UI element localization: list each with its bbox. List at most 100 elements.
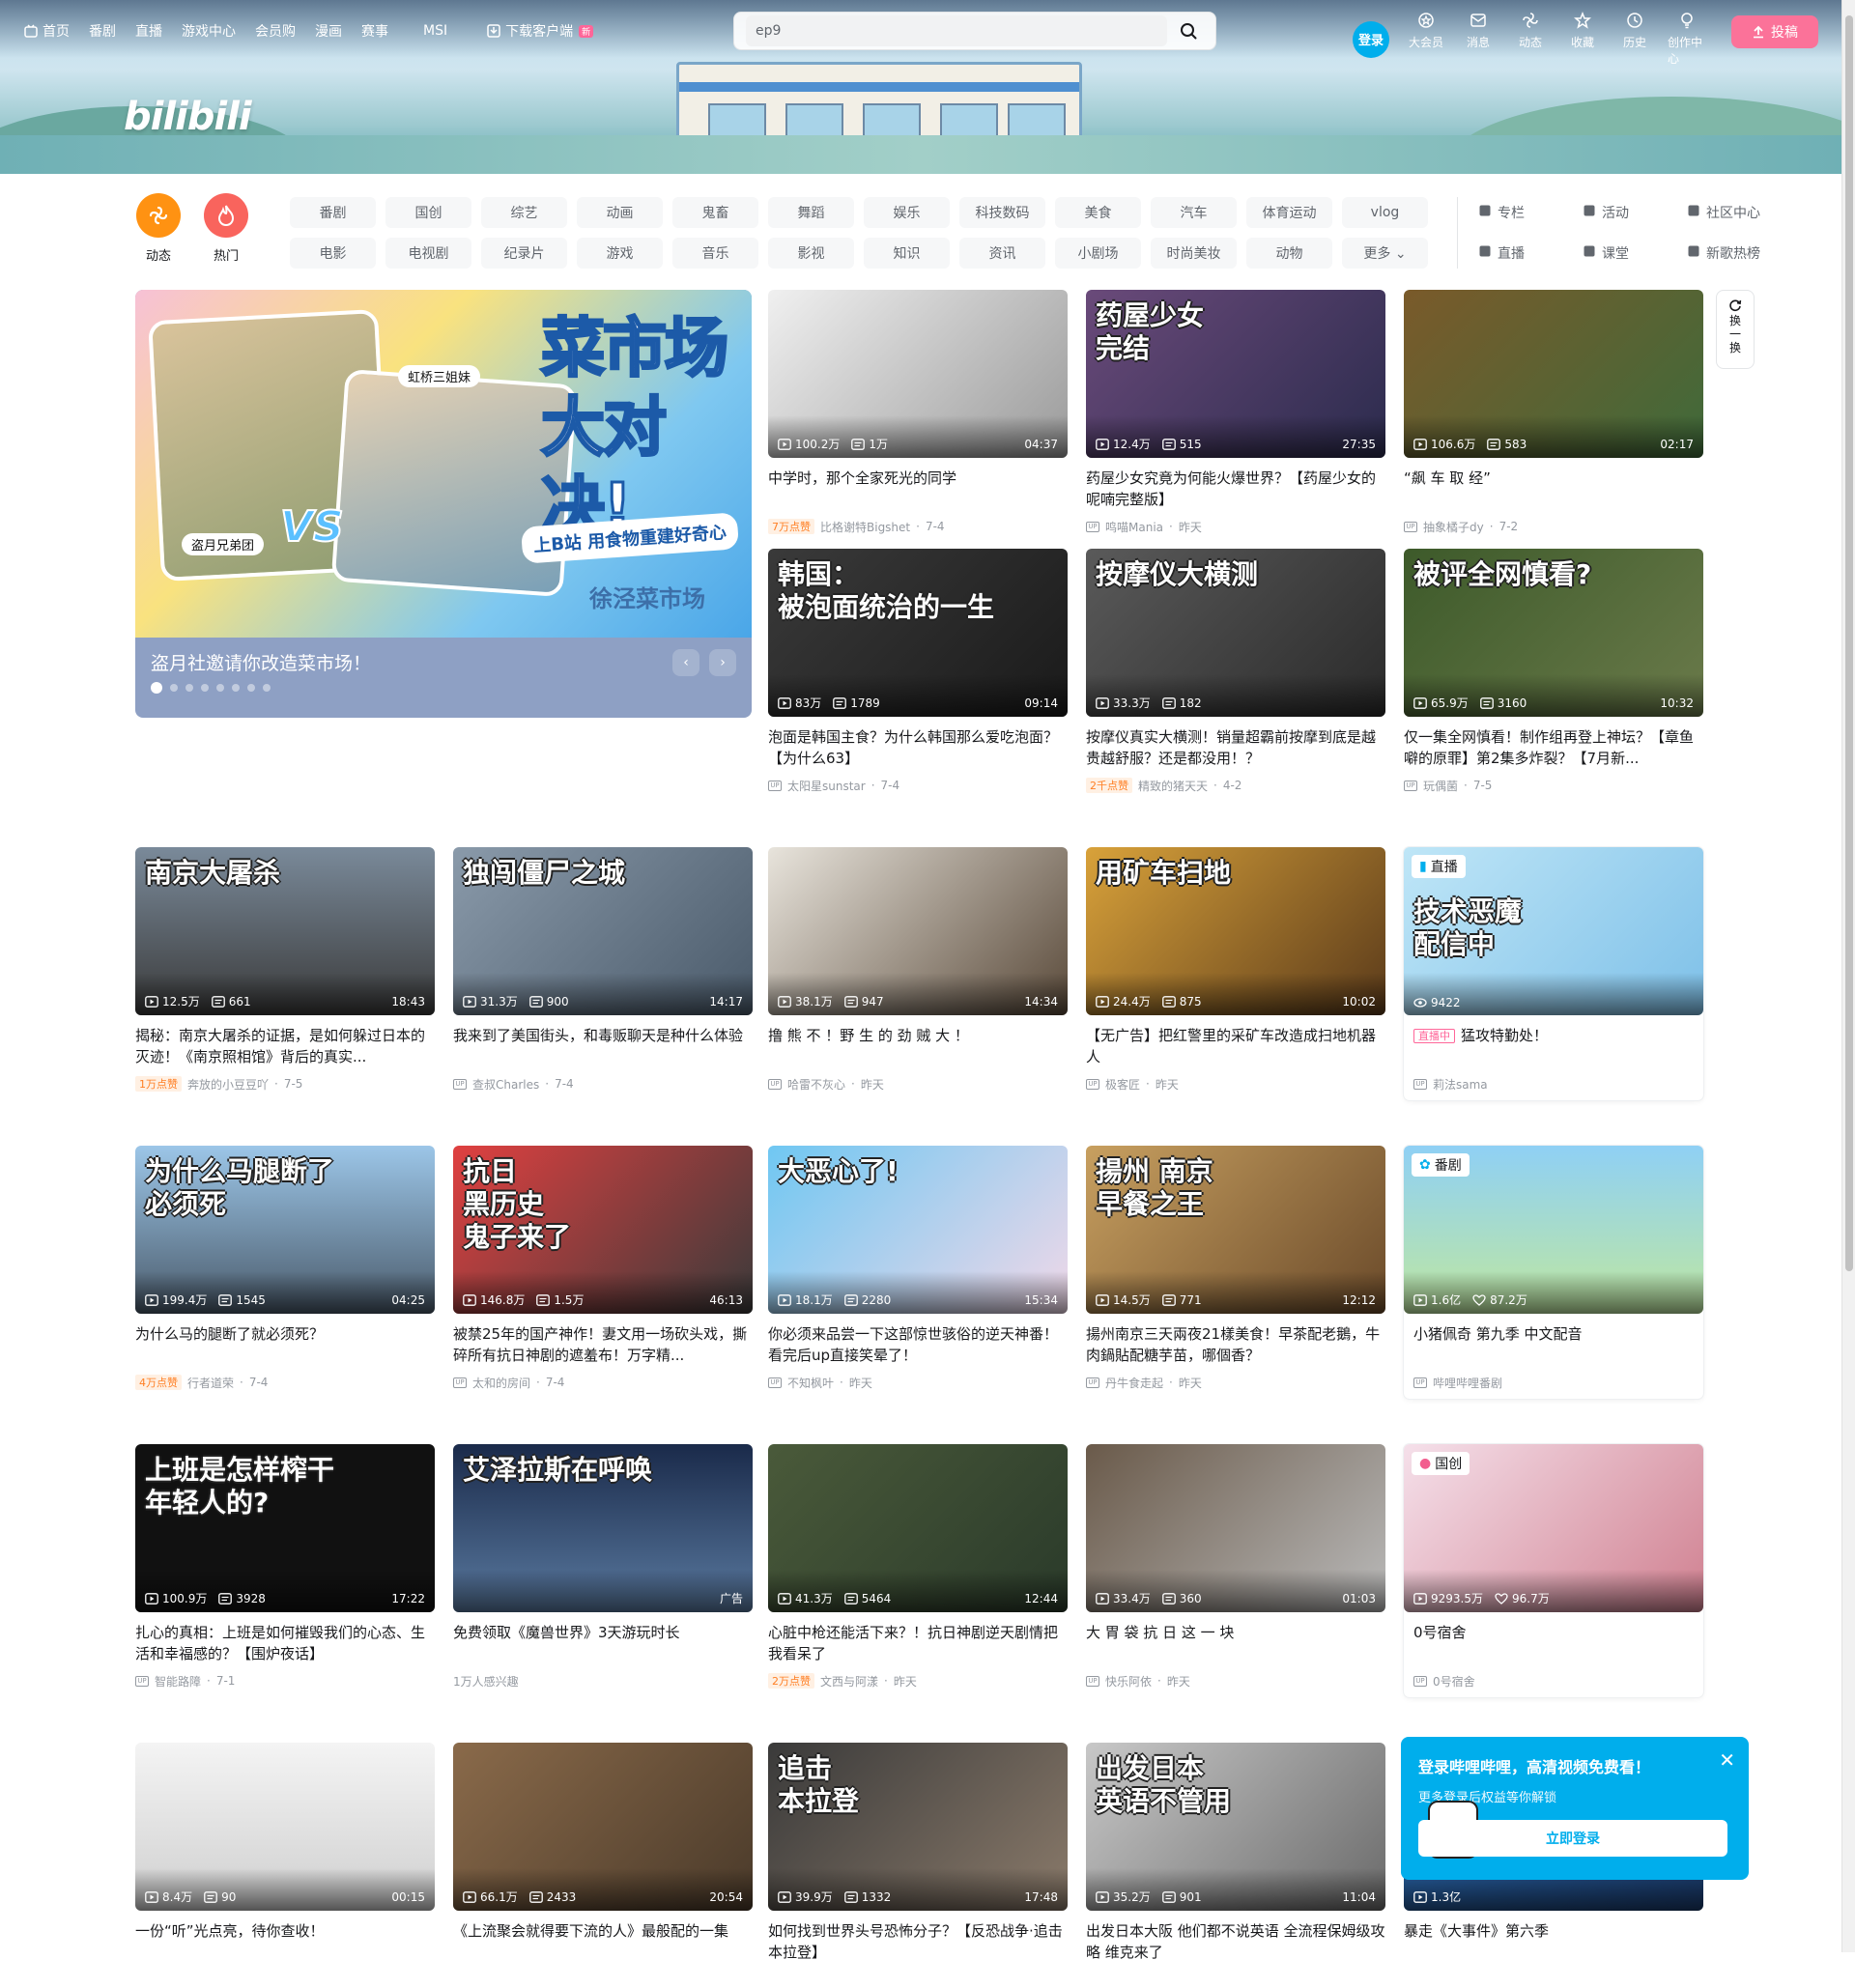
video-card[interactable]: 抗日 黑历史 鬼子来了 146.8万 1.5万 46:13 被禁25年的国产神作！妻文用一场… bbox=[453, 1146, 753, 1391]
video-title[interactable]: 按摩仪真实大横测！销量超霸前按摩到底是越贵越舒服？还是都没用！？ bbox=[1086, 726, 1385, 769]
video-card[interactable]: 独闯僵尸之城 31.3万 900 14:17 我来到了美国街头，和毒贩聊天是种什么体验 U… bbox=[453, 847, 753, 1093]
video-card[interactable]: 揚州 南京 早餐之王 14.5万 771 12:12 揚州南京三天兩夜21樣美食！早茶配老… bbox=[1086, 1146, 1385, 1391]
channel-ext-1[interactable]: 活动 bbox=[1583, 197, 1687, 228]
video-author[interactable]: 文西与阿漾 bbox=[820, 1673, 878, 1690]
video-thumbnail[interactable]: 南京大屠杀 12.5万 661 18:43 bbox=[135, 847, 435, 1015]
video-title[interactable]: 一份“听”光点亮，待你查收！ bbox=[135, 1920, 435, 1963]
channel-4[interactable]: 鬼畜 bbox=[672, 197, 758, 228]
video-thumbnail[interactable]: 抗日 黑历史 鬼子来了 146.8万 1.5万 46:13 bbox=[453, 1146, 753, 1314]
video-title[interactable]: 《上流聚会就得要下流的人》最般配的一集 bbox=[453, 1920, 753, 1963]
nav-right-creator[interactable]: 创作中心 bbox=[1668, 12, 1706, 67]
channel-3[interactable]: 动画 bbox=[577, 197, 663, 228]
channel-6[interactable]: 娱乐 bbox=[864, 197, 950, 228]
video-thumbnail[interactable]: 按摩仪大横测 33.3万 182 bbox=[1086, 549, 1385, 717]
video-author[interactable]: 0号宿舍 bbox=[1433, 1673, 1475, 1690]
nav-item-5[interactable]: 漫画 bbox=[315, 21, 342, 41]
channel-9[interactable]: 汽车 bbox=[1151, 197, 1237, 228]
nav-right-vip[interactable]: 大会员 bbox=[1407, 12, 1445, 67]
video-title[interactable]: 中学时，那个全家死光的同学 bbox=[768, 468, 1068, 510]
video-thumbnail[interactable]: 100.2万 1万 04:37 bbox=[768, 290, 1068, 458]
video-author[interactable]: 奔放的小豆豆吖 bbox=[187, 1076, 269, 1093]
video-card[interactable]: 100.2万 1万 04:37 中学时，那个全家死光的同学 7万点赞 比格谢特Bigshe… bbox=[768, 290, 1068, 535]
video-card[interactable]: 药屋少女 完结 12.4万 515 27:35 药屋少女究竟为何能火爆世界？【药屋少女的呢… bbox=[1086, 290, 1385, 535]
video-author[interactable]: 查叔Charles bbox=[472, 1076, 539, 1093]
nav-item-1[interactable]: 番剧 bbox=[89, 21, 116, 41]
hero-carousel[interactable]: VS 盗月兄弟团 虹桥三姐妹 菜市场 大对决! 上B站 用食物重建好奇心 徐泾菜市… bbox=[135, 290, 752, 718]
video-thumbnail[interactable]: 药屋少女 完结 12.4万 515 27:35 bbox=[1086, 290, 1385, 458]
channel-18[interactable]: 知识 bbox=[864, 238, 950, 269]
chevron-right-icon[interactable]: › bbox=[709, 649, 736, 676]
refresh-button[interactable]: 换一换 bbox=[1716, 290, 1755, 369]
video-title[interactable]: 【无广告】把红警里的采矿车改造成扫地机器人 bbox=[1086, 1025, 1385, 1067]
video-thumbnail[interactable]: 出发日本 英语不管用 35.2万 901 11:04 bbox=[1086, 1743, 1385, 1911]
channel-21[interactable]: 时尚美妆 bbox=[1151, 238, 1237, 269]
channel-15[interactable]: 游戏 bbox=[577, 238, 663, 269]
nav-item-3[interactable]: 游戏中心 bbox=[182, 21, 236, 41]
video-author[interactable]: 抽象橘子dy bbox=[1423, 519, 1484, 535]
video-title[interactable]: 直播中 猛攻特勤处！ bbox=[1404, 1025, 1703, 1067]
video-title[interactable]: 我来到了美国街头，和毒贩聊天是种什么体验 bbox=[453, 1025, 753, 1067]
video-card[interactable]: 追击 本拉登 39.9万 1332 17:48 如何找到世界头号恐怖分子？【反恐战争·追击… bbox=[768, 1743, 1068, 1988]
channel-8[interactable]: 美食 bbox=[1055, 197, 1141, 228]
video-card[interactable]: 41.3万 5464 12:44 心脏中枪还能活下来？！抗日神剧逆天剧情把我看呆了 2万… bbox=[768, 1444, 1068, 1690]
video-title[interactable]: “飙 车 取 经” bbox=[1404, 468, 1703, 510]
video-thumbnail[interactable]: 41.3万 5464 12:44 bbox=[768, 1444, 1068, 1612]
video-author[interactable]: 玩偶菌 bbox=[1423, 778, 1458, 794]
video-title[interactable]: 大 胃 袋 抗 日 这 一 块 bbox=[1086, 1622, 1385, 1664]
video-author[interactable]: 太和的房间 bbox=[472, 1375, 530, 1391]
video-thumbnail[interactable]: ▮ 直播 技术恶魔 配信中 9422 bbox=[1404, 847, 1703, 1015]
channel-7[interactable]: 科技数码 bbox=[959, 197, 1045, 228]
video-card[interactable]: 上班是怎样榨干 年轻人的? 100.9万 3928 17:22 扎心的真相：上班是如何摧毁… bbox=[135, 1444, 435, 1690]
video-title[interactable]: 泡面是韩国主食？为什么韩国那么爱吃泡面？【为什么63】 bbox=[768, 726, 1068, 769]
nav-item-6[interactable]: 赛事 bbox=[361, 21, 388, 41]
channel-ext-3[interactable]: 直播 bbox=[1478, 238, 1583, 269]
video-thumbnail[interactable]: 大恶心了! 18.1万 2280 15:34 bbox=[768, 1146, 1068, 1314]
video-card[interactable]: 被评全网慎看? 65.9万 3160 10:32 仅一集全网慎看！制作组再登上神坛？【章… bbox=[1404, 549, 1703, 794]
video-author[interactable]: 鸣喵Mania bbox=[1105, 519, 1163, 535]
video-thumbnail[interactable]: 上班是怎样榨干 年轻人的? 100.9万 3928 17:22 bbox=[135, 1444, 435, 1612]
channel-20[interactable]: 小剧场 bbox=[1055, 238, 1141, 269]
video-card[interactable]: ▮ 直播 技术恶魔 配信中 9422 直播中 猛攻特勤处！ UP 莉法sama bbox=[1404, 847, 1703, 1100]
page-scrollbar[interactable] bbox=[1841, 0, 1855, 1952]
channel-17[interactable]: 影视 bbox=[768, 238, 854, 269]
carousel-dot[interactable] bbox=[170, 684, 178, 692]
video-thumbnail[interactable]: 揚州 南京 早餐之王 14.5万 771 12:12 bbox=[1086, 1146, 1385, 1314]
video-thumbnail[interactable]: ● 国创 9293.5万 96.7万 bbox=[1404, 1444, 1703, 1612]
chevron-left-icon[interactable]: ‹ bbox=[672, 649, 699, 676]
video-card[interactable]: 南京大屠杀 12.5万 661 18:43 揭秘：南京大屠杀的证据，是如何躲过日本的灭迹… bbox=[135, 847, 435, 1093]
video-card[interactable]: ✿ 番剧 1.6亿 87.2万 小猪佩奇 第九季 中文配音 UP 哔哩哔哩番剧 bbox=[1404, 1146, 1703, 1399]
video-title[interactable]: 仅一集全网慎看！制作组再登上神坛？【章鱼噼的原罪】第2集多炸裂？【7月新... bbox=[1404, 726, 1703, 769]
channel-11[interactable]: vlog bbox=[1342, 197, 1428, 228]
channel-12[interactable]: 电影 bbox=[290, 238, 376, 269]
video-title[interactable]: 揚州南京三天兩夜21樣美食！早茶配老鵝，牛肉鍋貼配糖芋苗，哪個香？ bbox=[1086, 1323, 1385, 1366]
channel-10[interactable]: 体育运动 bbox=[1246, 197, 1332, 228]
nav-item-2[interactable]: 直播 bbox=[135, 21, 162, 41]
search-input[interactable] bbox=[746, 15, 1167, 46]
video-author[interactable]: 1万人感兴趣 bbox=[453, 1673, 519, 1690]
video-thumbnail[interactable]: 106.6万 583 02:17 bbox=[1404, 290, 1703, 458]
nav-item-8[interactable]: 下载客户端新 bbox=[486, 21, 594, 41]
video-card[interactable]: 艾泽拉斯在呼唤 广告 免费领取《魔兽世界》3天游玩时长 1万人感兴趣 bbox=[453, 1444, 753, 1690]
bilibili-logo[interactable]: bilibili bbox=[124, 95, 252, 139]
nav-right-star[interactable]: 收藏 bbox=[1563, 11, 1602, 67]
video-author[interactable]: 精致的猪天天 bbox=[1138, 778, 1208, 794]
video-author[interactable]: 哈雷不灰心 bbox=[787, 1076, 845, 1093]
channel-0[interactable]: 番剧 bbox=[290, 197, 376, 228]
scrollbar-thumb[interactable] bbox=[1845, 15, 1853, 1271]
video-title[interactable]: 被禁25年的国产神作！妻文用一场砍头戏，撕碎所有抗日神剧的遮羞布！万字精... bbox=[453, 1323, 753, 1366]
popup-login-button[interactable]: 立即登录 bbox=[1418, 1820, 1727, 1857]
video-card[interactable]: 66.1万 2433 20:54 《上流聚会就得要下流的人》最般配的一集 bbox=[453, 1743, 753, 1988]
channel-14[interactable]: 纪录片 bbox=[481, 238, 567, 269]
carousel-dot[interactable] bbox=[151, 682, 162, 694]
video-card[interactable]: 按摩仪大横测 33.3万 182 按摩仪真实大横测！销量超霸前按摩到底是越贵越舒服？还… bbox=[1086, 549, 1385, 794]
channel-hot[interactable]: 热门 bbox=[203, 193, 249, 264]
video-card[interactable]: 用矿车扫地 24.4万 875 10:02 【无广告】把红警里的采矿车改造成扫地机器人 U… bbox=[1086, 847, 1385, 1093]
nav-item-0[interactable]: 首页 bbox=[23, 21, 70, 41]
channel-22[interactable]: 动物 bbox=[1246, 238, 1332, 269]
video-author[interactable]: 莉法sama bbox=[1433, 1076, 1488, 1093]
nav-item-4[interactable]: 会员购 bbox=[255, 21, 296, 41]
nav-right-message[interactable]: 消息 bbox=[1459, 12, 1498, 67]
channel-ext-0[interactable]: 专栏 bbox=[1478, 197, 1583, 228]
nav-item-7[interactable]: MSI bbox=[423, 23, 447, 39]
video-card[interactable]: 38.1万 947 14:34 撸 熊 不 ！野 生 的 劲 贼 大 ！ UP 哈雷不灰心… bbox=[768, 847, 1068, 1093]
